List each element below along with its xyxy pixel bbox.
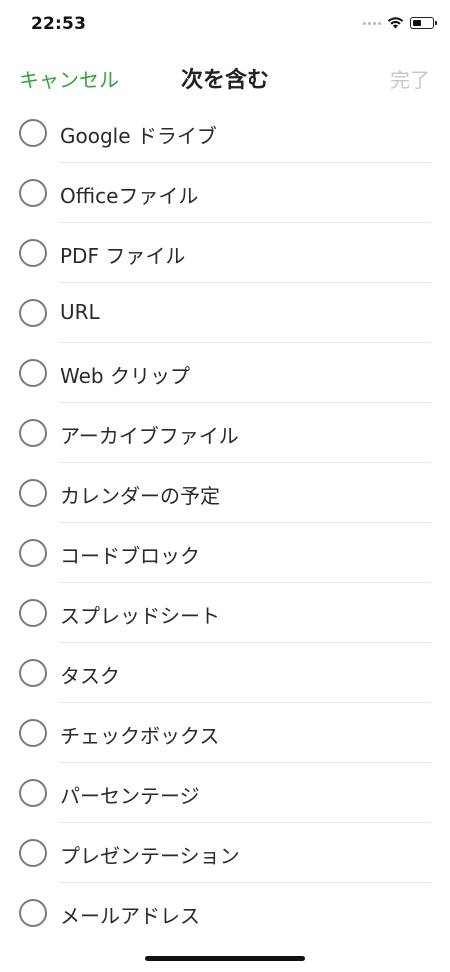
option-row-checkbox[interactable]: チェックボックス: [0, 703, 450, 763]
nav-bar: キャンセル 次を含む 完了: [0, 56, 450, 100]
radio-circle-icon[interactable]: [19, 719, 47, 747]
option-label: チェックボックス: [60, 724, 220, 748]
option-row-code-block[interactable]: コードブロック: [0, 523, 450, 583]
option-row-presentation[interactable]: プレゼンテーション: [0, 823, 450, 883]
option-row-task[interactable]: タスク: [0, 643, 450, 703]
option-label: Web クリップ: [60, 364, 190, 388]
radio-circle-icon[interactable]: [19, 899, 47, 927]
option-label: メールアドレス: [60, 904, 200, 928]
option-label: Officeファイル: [60, 184, 199, 208]
option-label: アーカイブファイル: [60, 424, 239, 448]
option-row-email-address[interactable]: メールアドレス: [0, 883, 450, 943]
option-row-archive-file[interactable]: アーカイブファイル: [0, 403, 450, 463]
option-row-web-clip[interactable]: Web クリップ: [0, 343, 450, 403]
done-button[interactable]: 完了: [390, 64, 430, 93]
option-row-office-file[interactable]: Officeファイル: [0, 163, 450, 223]
radio-circle-icon[interactable]: [19, 239, 47, 267]
option-label: Google ドライブ: [60, 124, 217, 148]
radio-circle-icon[interactable]: [19, 659, 47, 687]
home-indicator[interactable]: [145, 956, 305, 961]
radio-circle-icon[interactable]: [19, 539, 47, 567]
cellular-dots-icon: [363, 21, 381, 25]
status-bar: 22:53: [0, 0, 450, 50]
option-row-spreadsheet[interactable]: スプレッドシート: [0, 583, 450, 643]
option-row-pdf-file[interactable]: PDF ファイル: [0, 223, 450, 283]
option-label: パーセンテージ: [60, 784, 200, 808]
option-label: PDF ファイル: [60, 244, 186, 268]
option-label: スプレッドシート: [60, 604, 220, 628]
wifi-icon: [387, 17, 404, 29]
option-label: プレゼンテーション: [60, 844, 240, 868]
radio-circle-icon[interactable]: [19, 359, 47, 387]
option-row-percentage[interactable]: パーセンテージ: [0, 763, 450, 823]
option-row-calendar-event[interactable]: カレンダーの予定: [0, 463, 450, 523]
radio-circle-icon[interactable]: [19, 419, 47, 447]
page-title: 次を含む: [180, 68, 269, 93]
option-row-google-drive[interactable]: Google ドライブ: [0, 103, 450, 163]
status-icons: [363, 15, 437, 31]
option-row-url[interactable]: URL: [0, 283, 450, 343]
radio-circle-icon[interactable]: [19, 839, 47, 867]
status-time: 22:53: [31, 14, 87, 34]
radio-circle-icon[interactable]: [19, 479, 47, 507]
battery-icon: [410, 17, 437, 29]
radio-circle-icon[interactable]: [19, 299, 47, 327]
radio-circle-icon[interactable]: [19, 179, 47, 207]
option-list: Google ドライブ Officeファイル PDF ファイル URL Web …: [0, 103, 450, 943]
radio-circle-icon[interactable]: [19, 119, 47, 147]
radio-circle-icon[interactable]: [19, 779, 47, 807]
option-label: カレンダーの予定: [60, 484, 220, 508]
option-label: コードブロック: [60, 544, 200, 568]
option-label: URL: [60, 300, 100, 324]
radio-circle-icon[interactable]: [19, 599, 47, 627]
option-label: タスク: [60, 664, 120, 688]
